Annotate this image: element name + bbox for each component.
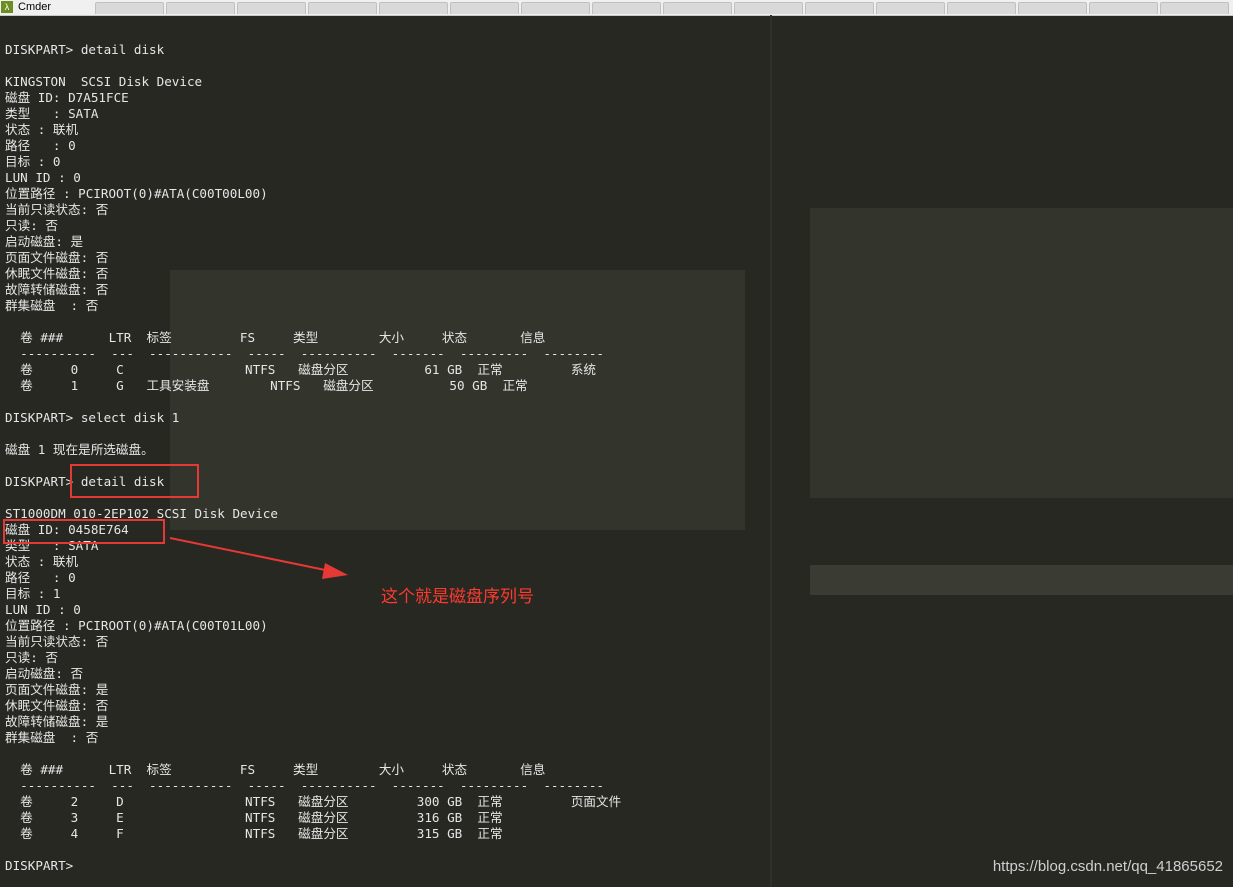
- annotation-arrow: [169, 537, 348, 579]
- watermark: https://blog.csdn.net/qq_41865652: [992, 858, 1223, 875]
- annotation-note: 这个就是磁盘序列号: [381, 587, 534, 607]
